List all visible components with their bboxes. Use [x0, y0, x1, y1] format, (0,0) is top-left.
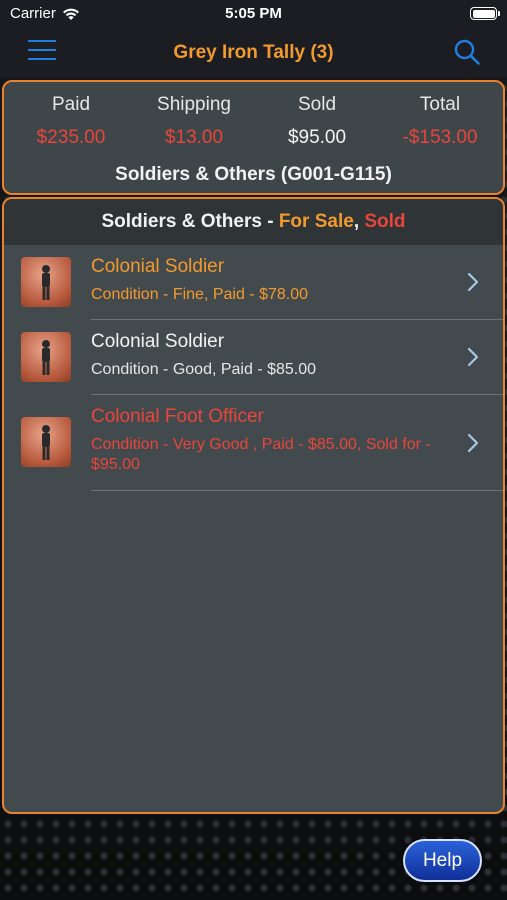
list-header: Soldiers & Others - For Sale, Sold: [4, 199, 503, 245]
totals-summary: Paid $235.00 Shipping $13.00 Sold $95.00…: [2, 80, 505, 195]
item-detail: Condition - Fine, Paid - $78.00: [91, 286, 309, 303]
shipping-column: Shipping $13.00: [134, 94, 254, 149]
soldier-figure-icon: [42, 265, 50, 300]
list-item[interactable]: Colonial Foot Officer Condition - Very G…: [4, 395, 503, 491]
items-list: Soldiers & Others - For Sale, Sold Colon…: [2, 197, 505, 814]
soldier-figure-icon: [42, 340, 50, 375]
total-label: Total: [419, 94, 461, 115]
paid-value: $235.00: [36, 127, 106, 148]
item-name: Colonial Soldier: [91, 256, 225, 277]
row-divider: [91, 490, 503, 491]
list-header-prefix: Soldiers & Others -: [101, 211, 279, 232]
list-item[interactable]: Colonial Soldier Condition - Good, Paid …: [4, 320, 503, 395]
total-column: Total -$153.00: [380, 94, 500, 149]
item-thumbnail: [21, 257, 71, 307]
item-detail: Condition - Very Good , Paid - $85.00, S…: [91, 436, 431, 473]
item-name: Colonial Soldier: [91, 331, 225, 352]
soldier-figure-icon: [42, 425, 50, 460]
legend-separator: ,: [353, 211, 365, 232]
list-item[interactable]: Colonial Soldier Condition - Fine, Paid …: [4, 245, 503, 320]
item-thumbnail: [21, 332, 71, 382]
sold-column: Sold $95.00: [257, 94, 377, 149]
total-value: -$153.00: [402, 127, 478, 148]
sold-value: $95.00: [287, 127, 347, 148]
status-bar: Carrier 5:05 PM: [0, 0, 507, 28]
search-icon[interactable]: [453, 38, 481, 66]
chevron-right-icon: [467, 433, 479, 453]
paid-column: Paid $235.00: [11, 94, 131, 149]
item-thumbnail: [21, 417, 71, 467]
group-name: Soldiers & Others (G001-G115): [115, 164, 392, 185]
shipping-value: $13.00: [164, 127, 224, 148]
help-button[interactable]: Help: [403, 839, 482, 882]
shipping-label: Shipping: [157, 94, 231, 115]
page-title: Grey Iron Tally (3): [173, 42, 334, 63]
chevron-right-icon: [467, 272, 479, 292]
navigation-bar: Grey Iron Tally (3): [0, 28, 507, 78]
item-name: Colonial Foot Officer: [91, 406, 264, 427]
sold-label: Sold: [297, 94, 337, 115]
legend-for-sale: For Sale: [278, 211, 354, 232]
item-detail: Condition - Good, Paid - $85.00: [91, 361, 317, 378]
chevron-right-icon: [467, 347, 479, 367]
battery-icon: [470, 7, 500, 20]
app-screen: Carrier 5:05 PM Grey Iron Tally (3) Paid…: [0, 0, 507, 900]
paid-label: Paid: [51, 94, 91, 115]
legend-sold: Sold: [364, 211, 406, 232]
clock: 5:05 PM: [225, 5, 282, 22]
